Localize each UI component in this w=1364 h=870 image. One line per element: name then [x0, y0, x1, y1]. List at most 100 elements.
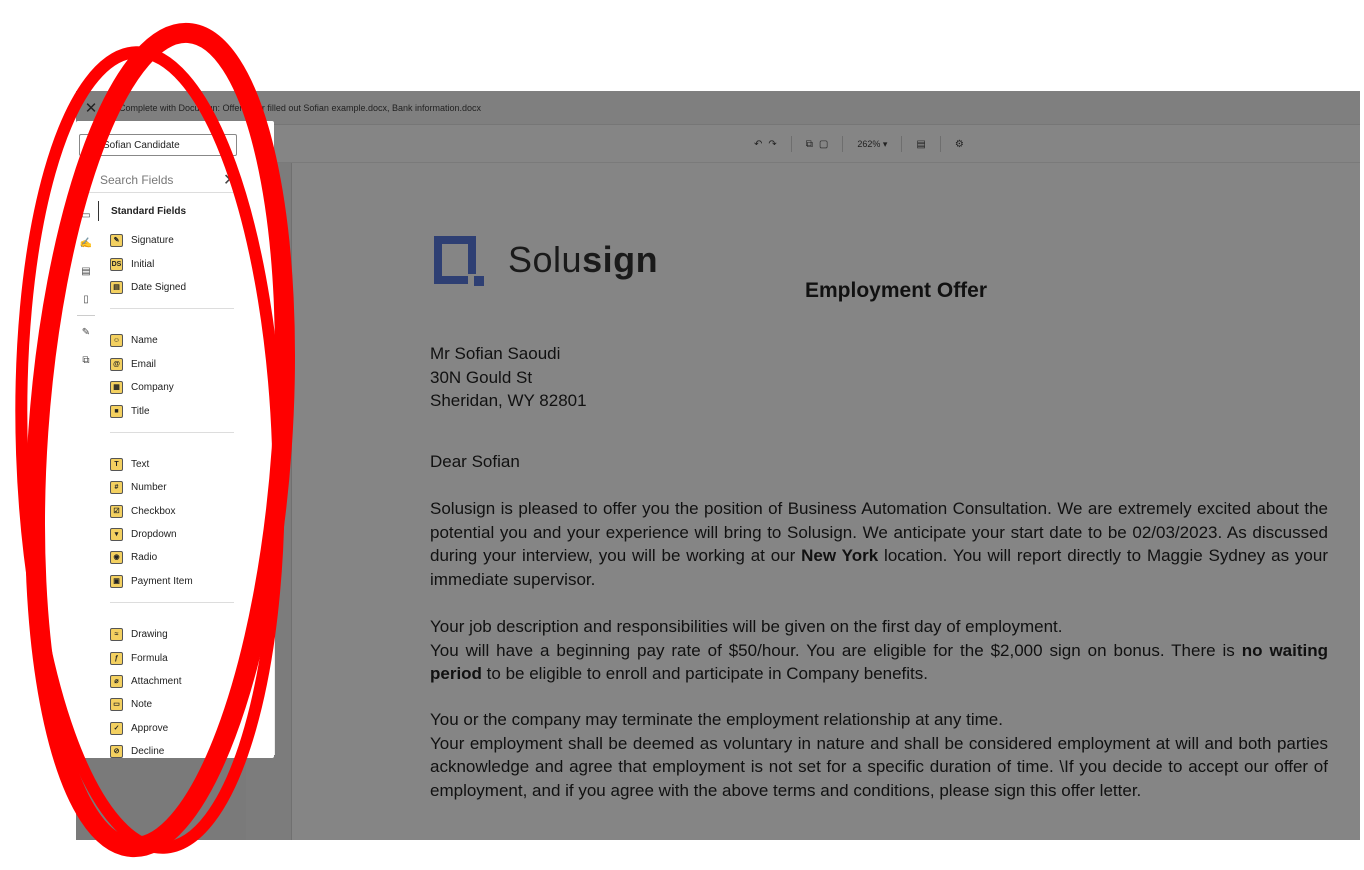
field-checkbox[interactable]: ☑ Checkbox [98, 500, 242, 523]
search-fields-bar: ⌕ Search Fields ✕ [76, 167, 242, 193]
p3-line: You or the company may terminate the emp… [430, 710, 1003, 729]
text-icon: T [110, 457, 123, 471]
compensation-paragraph: Your job description and responsibilitie… [430, 615, 1328, 686]
brand-bold: sign [582, 239, 659, 280]
field-approve[interactable]: ✓ Approve [98, 717, 242, 740]
field-label: Name [131, 335, 158, 347]
checkbox-icon: ☑ [110, 504, 123, 518]
company-logo: Solusign [430, 232, 658, 288]
zoom-select[interactable]: 262% ▾ [857, 139, 887, 150]
field-label: Payment Item [131, 575, 193, 587]
field-label: Note [131, 699, 153, 711]
field-payment-item[interactable]: ▣ Payment Item [98, 570, 242, 593]
initial-icon: DS [110, 257, 123, 271]
recipient-selector[interactable]: Sofian Candidate [79, 134, 237, 156]
field-initial[interactable]: DS Initial [98, 252, 242, 275]
payment-item-icon: ▣ [110, 574, 123, 588]
recipient-name: Sofian Candidate [103, 139, 180, 151]
field-signature[interactable]: ✎ Signature [98, 229, 242, 252]
salutation: Dear Sofian [430, 452, 520, 471]
field-label: Attachment [131, 676, 182, 688]
paste-icon[interactable]: ▢ [819, 139, 828, 150]
field-label: Decline [131, 746, 165, 758]
pencil-icon[interactable]: ✎ [76, 318, 96, 346]
document-icon[interactable]: ▯ [76, 285, 96, 313]
p2-text-end: to be eligible to enroll and participate… [481, 664, 929, 683]
radio-icon: ◉ [110, 551, 123, 565]
clear-search-icon[interactable]: ✕ [223, 170, 239, 190]
custom-fields-icon[interactable]: ✍ [76, 229, 96, 257]
recipient-address: Mr Sofian Saoudi 30N Gould St Sheridan, … [430, 342, 587, 413]
field-dropdown[interactable]: ▾ Dropdown [98, 523, 242, 546]
p2-text: You will have a beginning pay rate of $5… [430, 640, 1242, 660]
field-group: ≈ Drawing ƒ Formula ⌀ Attachment ▭ Note ✓ Approve… [98, 615, 242, 763]
field-label: Dropdown [131, 529, 177, 541]
comment-icon[interactable]: ▤ [916, 139, 925, 150]
toolbar-divider [901, 136, 903, 152]
fields-panel: Sofian Candidate ⌕ Search Fields ✕ ▭ ✍ ▤… [76, 121, 274, 759]
field-note[interactable]: ▭ Note [98, 693, 242, 716]
formula-icon: ƒ [110, 651, 123, 665]
redo-icon[interactable]: ↷ [768, 139, 776, 150]
logo-wordmark: Solusign [508, 239, 658, 281]
recipient-color-dot [90, 141, 97, 149]
attachment-icon: ⌀ [110, 675, 123, 689]
group-divider [110, 602, 234, 604]
field-label: Radio [131, 552, 158, 564]
field-number[interactable]: # Number [98, 476, 242, 499]
field-radio[interactable]: ◉ Radio [98, 546, 242, 569]
field-label: Initial [131, 258, 155, 270]
signature-icon: ✎ [110, 234, 123, 248]
offer-paragraph: Solusign is pleased to offer you the pos… [430, 497, 1328, 591]
field-name[interactable]: ☺ Name [98, 329, 242, 352]
field-label: Company [131, 382, 174, 394]
standard-fields-header: Standard Fields [98, 201, 242, 221]
group-divider [110, 308, 234, 310]
title-bar: ✕ Complete with DocuSign: Offer letter f… [76, 91, 1360, 125]
standard-fields-icon[interactable]: ▭ [76, 201, 96, 229]
field-label: Signature [131, 235, 174, 247]
number-icon: # [110, 481, 123, 495]
close-icon[interactable]: ✕ [76, 99, 106, 117]
field-text[interactable]: T Text [98, 453, 242, 476]
search-input[interactable]: Search Fields [100, 173, 223, 187]
field-title[interactable]: ■ Title [98, 399, 242, 422]
window-title: Complete with DocuSign: Offer letter fil… [119, 102, 482, 113]
copy-icon[interactable]: ⧉ [806, 139, 813, 150]
field-company[interactable]: ▦ Company [98, 376, 242, 399]
undo-icon[interactable]: ↶ [754, 139, 762, 150]
address-line: 30N Gould St [430, 367, 533, 387]
field-group: T Text # Number ☑ Checkbox ▾ Dropdown ◉ Radio ▣ Pay… [98, 445, 242, 593]
group-divider [110, 431, 234, 433]
dropdown-icon: ▾ [110, 528, 123, 542]
note-icon: ▭ [110, 698, 123, 712]
company-icon: ▦ [110, 381, 123, 395]
field-settings-icon[interactable]: ⚙ [955, 139, 964, 150]
field-label: Email [131, 358, 157, 370]
field-label: Title [131, 405, 150, 417]
p1-bold: New York [801, 546, 879, 565]
field-decline[interactable]: ⊘ Decline [98, 740, 242, 763]
approve-icon: ✓ [110, 721, 123, 735]
decline-icon: ⊘ [110, 745, 123, 759]
title-icon: ■ [110, 404, 123, 418]
library-icon[interactable]: ⧉ [76, 346, 96, 374]
name-icon: ☺ [110, 334, 123, 348]
field-drawing[interactable]: ≈ Drawing [98, 623, 242, 646]
field-date-signed[interactable]: ▤ Date Signed [98, 276, 242, 299]
field-formula[interactable]: ƒ Formula [98, 646, 242, 669]
field-attachment[interactable]: ⌀ Attachment [98, 670, 242, 693]
field-label: Number [131, 482, 167, 494]
drawing-icon: ≈ [110, 628, 123, 642]
brand-light: Solu [508, 239, 583, 280]
field-label: Text [131, 458, 150, 470]
field-label: Approve [131, 722, 169, 734]
field-email[interactable]: @ Email [98, 353, 242, 376]
layers-icon[interactable]: ▤ [76, 257, 96, 285]
email-icon: @ [110, 357, 123, 371]
date-signed-icon: ▤ [110, 280, 123, 294]
toolbar-divider [842, 136, 844, 152]
toolbar-divider [790, 136, 792, 152]
rail-divider [77, 315, 95, 316]
field-groups: ✎ Signature DS Initial ▤ Date Signed ☺ Name @ Ema… [98, 221, 242, 763]
